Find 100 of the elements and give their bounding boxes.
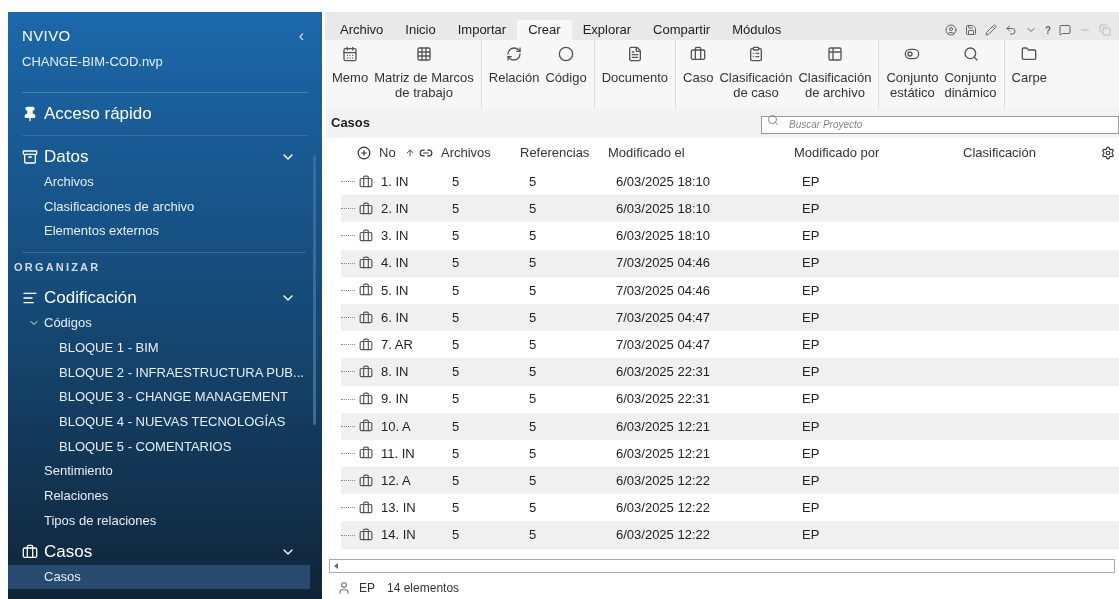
sidebar-item[interactable]: Sentimiento: [8, 458, 310, 484]
ribbon-button[interactable]: Clasificación de caso: [716, 46, 796, 102]
table-cell: 5: [452, 255, 460, 271]
ribbon-button[interactable]: Conjunto dinámico: [941, 46, 1000, 102]
table-cell: 5: [529, 445, 537, 461]
sidebar-item[interactable]: BLOQUE 5 - COMENTARIOS: [8, 434, 310, 459]
sidebar-item[interactable]: Clasificaciones de archivo: [8, 194, 310, 219]
table-row[interactable]: 14. IN 5 5 6/03/2025 12:22 EP: [341, 521, 1119, 549]
table-cell: 5: [529, 309, 537, 325]
table-row[interactable]: 12. A 5 5 6/03/2025 12:22 EP: [341, 467, 1119, 495]
table-cell: 5: [452, 500, 460, 516]
grid-icon: [415, 46, 432, 62]
sidebar-item[interactable]: Códigos: [8, 310, 310, 336]
table-cell: EP: [802, 336, 820, 352]
table-cell: 5: [452, 364, 460, 380]
ribbon-tab[interactable]: Módulos: [721, 20, 793, 40]
account-icon[interactable]: [944, 24, 957, 36]
table-cell: 10. A: [381, 418, 411, 434]
table-cell: EP: [802, 201, 820, 217]
clipboard-icon: [747, 46, 764, 62]
collapse-button[interactable]: ‹: [298, 24, 304, 48]
table-cell: 6/03/2025 12:21: [616, 445, 710, 461]
add-icon[interactable]: [357, 146, 371, 160]
table-cell: 5: [529, 173, 537, 189]
table-row[interactable]: 2. IN 5 5 6/03/2025 18:10 EP: [341, 195, 1119, 223]
ribbon-button[interactable]: Documento: [598, 46, 672, 102]
table-cell: 5: [452, 228, 460, 244]
table-row[interactable]: 8. IN 5 5 6/03/2025 22:31 EP: [341, 358, 1119, 386]
scrollbar[interactable]: [313, 155, 316, 425]
table-cell: 5: [529, 418, 537, 434]
column-header[interactable]: No: [379, 143, 401, 163]
search-icon: [767, 114, 779, 126]
column-header[interactable]: Clasificación: [963, 145, 1036, 161]
ribbon-tab[interactable]: Crear: [517, 20, 572, 40]
ribbon-tab[interactable]: Inicio: [394, 20, 447, 40]
table-cell: 6/03/2025 22:31: [616, 364, 710, 380]
ribbon-tab[interactable]: Explorar: [571, 20, 643, 40]
sidebar-item[interactable]: BLOQUE 2 - INFRAESTRUCTURA PUB...: [8, 359, 310, 385]
ribbon-tab[interactable]: Archivo: [329, 20, 395, 40]
search-icon: [962, 46, 979, 62]
sidebar-item[interactable]: Elementos externos: [8, 218, 310, 244]
section-title[interactable]: Datos: [44, 143, 280, 170]
table-cell: 6/03/2025 12:21: [616, 418, 710, 434]
sidebar-item[interactable]: BLOQUE 3 - CHANGE MANAGEMENT: [8, 384, 310, 410]
pencil-icon[interactable]: [984, 24, 997, 36]
save-icon[interactable]: [964, 24, 977, 36]
sidebar-item[interactable]: BLOQUE 1 - BIM: [8, 335, 310, 360]
ribbon-button[interactable]: Conjunto estático: [883, 46, 942, 102]
briefcase-icon: [359, 201, 373, 216]
document-icon: [626, 46, 643, 62]
table-cell: EP: [802, 391, 820, 407]
sidebar-item[interactable]: Tipos de relaciones: [8, 508, 310, 533]
briefcase-icon: [359, 174, 373, 189]
search-field[interactable]: Buscar Proyecto: [761, 115, 1119, 134]
ribbon-button[interactable]: Caso: [680, 46, 717, 102]
table-cell: 6/03/2025 22:31: [616, 391, 710, 407]
briefcase-icon: [22, 543, 38, 560]
table-cell: 6/03/2025 12:22: [616, 472, 710, 488]
table-row[interactable]: 10. A 5 5 6/03/2025 12:21 EP: [341, 412, 1119, 440]
section-title[interactable]: Casos: [44, 539, 280, 565]
column-header[interactable]: Modificado el: [608, 145, 685, 161]
column-header[interactable]: Modificado por: [794, 145, 880, 161]
sidebar-item[interactable]: Archivos: [8, 169, 310, 195]
ribbon-button[interactable]: Matriz de Marcos de trabajo: [371, 46, 477, 102]
ribbon-button[interactable]: Código: [542, 46, 590, 102]
horizontal-scrollbar[interactable]: [329, 559, 1115, 573]
column-header[interactable]: Archivos: [441, 145, 491, 161]
ribbon-button[interactable]: Clasificación de archivo: [795, 46, 875, 102]
calendar-icon: [342, 46, 359, 62]
table-cell: 5: [452, 445, 460, 461]
section-title[interactable]: Codificación: [44, 284, 280, 311]
briefcase-icon: [359, 256, 373, 271]
help-button[interactable]: ?: [1044, 22, 1051, 38]
link-icon[interactable]: [419, 146, 433, 160]
table-cell: 6/03/2025 18:10: [616, 201, 710, 217]
comment-icon[interactable]: [1059, 24, 1071, 36]
table-cell: 6/03/2025 18:10: [616, 228, 710, 244]
table-row[interactable]: 6. IN 5 5 7/03/2025 04:47 EP: [341, 303, 1119, 332]
scroll-left-icon[interactable]: [332, 562, 340, 570]
sidebar-item[interactable]: Casos: [8, 564, 310, 590]
table-cell: EP: [802, 255, 820, 271]
sidebar-item[interactable]: BLOQUE 4 - NUEVAS TECNOLOGÍAS: [8, 409, 310, 434]
ribbon-tab[interactable]: Importar: [446, 20, 518, 40]
table-cell: 6/03/2025 12:22: [616, 527, 710, 543]
ribbon-button[interactable]: Memo: [329, 46, 372, 102]
column-header[interactable]: Referencias: [520, 145, 590, 161]
sort-icon[interactable]: [405, 148, 415, 158]
ribbon-tab[interactable]: Compartir: [642, 20, 722, 40]
ribbon-button[interactable]: Carpe: [1008, 46, 1050, 102]
briefcase-icon: [359, 283, 373, 298]
ribbon-button[interactable]: Relación: [485, 46, 543, 102]
quick-access-link[interactable]: Acceso rápido: [44, 100, 152, 127]
table-cell: 2. IN: [381, 201, 409, 217]
table-cell: 7/03/2025 04:46: [616, 282, 710, 298]
settings-icon[interactable]: [1101, 146, 1115, 160]
sidebar-item[interactable]: Relaciones: [8, 483, 310, 509]
table-cell: 3. IN: [381, 228, 409, 244]
table-row[interactable]: 4. IN 5 5 7/03/2025 04:46 EP: [341, 249, 1119, 277]
table-cell: 5: [452, 282, 460, 298]
undo-icon[interactable]: [1004, 24, 1017, 36]
